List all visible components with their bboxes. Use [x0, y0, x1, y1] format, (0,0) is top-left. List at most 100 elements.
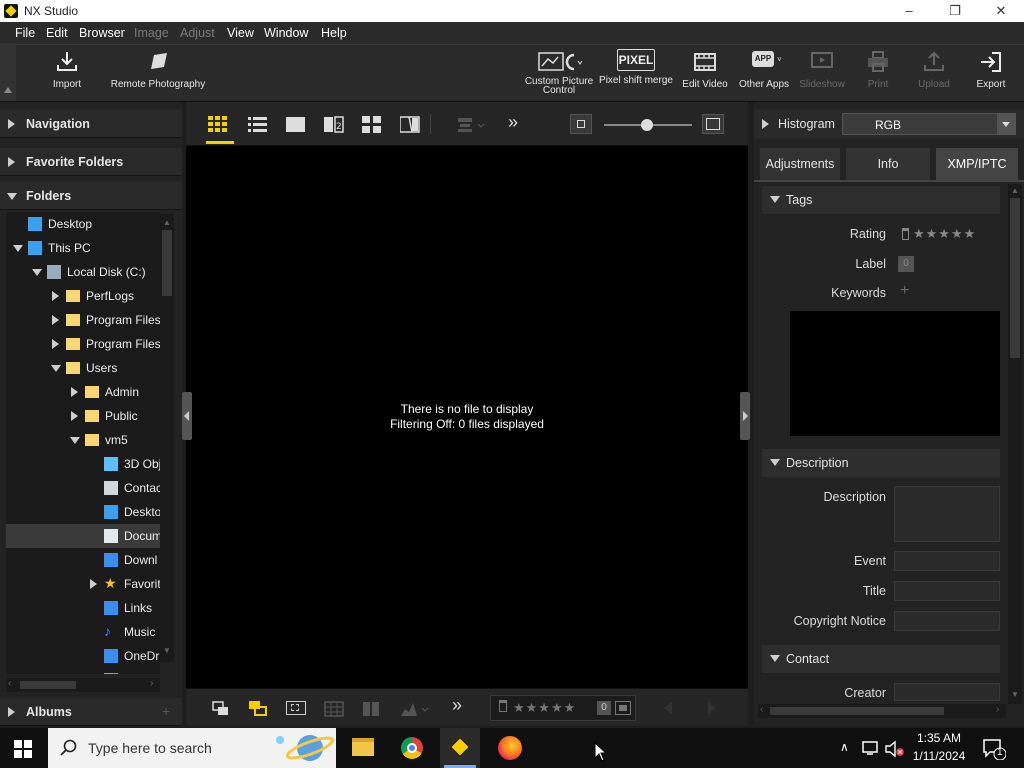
volume-muted-icon[interactable] — [884, 740, 906, 758]
folder-tree-item[interactable]: Deskto — [6, 500, 160, 524]
compare-view-icon[interactable]: 2 — [324, 116, 344, 137]
grid-view-icon[interactable] — [208, 116, 228, 134]
scroll-up-icon[interactable]: ▲ — [1011, 186, 1019, 195]
scrollbar-thumb[interactable] — [20, 681, 76, 689]
export-button[interactable]: Export — [972, 49, 1010, 90]
menu-file[interactable]: File — [15, 26, 35, 40]
print-button[interactable]: Print — [860, 49, 896, 90]
menu-view[interactable]: View — [227, 26, 254, 40]
slideshow-button[interactable]: Slideshow — [798, 49, 846, 90]
maximize-button[interactable]: ❐ — [932, 0, 978, 22]
tags-section-header[interactable]: Tags — [762, 186, 1000, 214]
trash-icon[interactable] — [499, 700, 507, 712]
label-filter-badge[interactable]: 0 — [597, 701, 611, 715]
large-thumbnail-icon[interactable] — [702, 114, 724, 134]
scroll-right-icon[interactable]: › — [150, 678, 153, 689]
next-icon[interactable] — [708, 702, 716, 714]
navigation-section-header[interactable]: Navigation — [0, 110, 182, 138]
keywords-list[interactable] — [790, 311, 1000, 436]
folder-tree-item[interactable]: Pict — [6, 668, 160, 674]
scroll-down-icon[interactable]: ▼ — [163, 646, 171, 655]
compare-icon[interactable] — [362, 701, 380, 720]
edit-video-button[interactable]: Edit Video — [680, 49, 730, 90]
histogram-icon[interactable] — [400, 701, 430, 720]
scroll-right-icon[interactable]: › — [996, 704, 999, 715]
more-icon[interactable]: » — [508, 112, 518, 133]
network-icon[interactable] — [862, 740, 880, 756]
protect-filter-icon[interactable] — [615, 701, 631, 715]
folder-tree-item[interactable]: Local Disk (C:) — [6, 260, 160, 284]
folder-tree-item[interactable]: This PC — [6, 236, 160, 260]
firefox-icon[interactable] — [498, 736, 522, 760]
menu-window[interactable]: Window — [264, 26, 308, 40]
folder-tree-item[interactable]: Program Files — [6, 308, 160, 332]
expand-icon[interactable] — [52, 291, 59, 301]
show-hidden-icons-chevron-icon[interactable]: ∧ — [840, 740, 849, 754]
folder-tree-item[interactable]: Admin — [6, 380, 160, 404]
description-field[interactable] — [894, 486, 1000, 542]
single-view-icon[interactable] — [286, 117, 305, 132]
creator-field[interactable] — [894, 683, 1000, 701]
select-all-icon[interactable] — [248, 700, 268, 721]
four-up-view-icon[interactable] — [362, 116, 382, 137]
list-view-icon[interactable] — [248, 116, 268, 137]
folder-tree-item[interactable]: OneDr — [6, 644, 160, 668]
add-album-icon[interactable]: + — [162, 703, 170, 719]
collapse-icon[interactable] — [13, 245, 23, 252]
expand-icon[interactable] — [90, 579, 97, 589]
split-view-icon[interactable] — [399, 116, 420, 137]
folder-tree-item[interactable]: Docum — [6, 524, 160, 548]
scrollbar-thumb[interactable] — [1010, 198, 1020, 358]
folder-tree-item[interactable]: Program Files — [6, 332, 160, 356]
properties-horizontal-scrollbar[interactable]: ‹ › — [758, 704, 1006, 718]
folder-tree-item[interactable]: ♪ Music — [6, 620, 160, 644]
scroll-left-icon[interactable]: ‹ — [760, 704, 763, 715]
expand-icon[interactable] — [71, 411, 78, 421]
scroll-down-icon[interactable]: ▼ — [1011, 690, 1019, 699]
tab-xmp-iptc[interactable]: XMP/IPTC — [936, 148, 1018, 180]
tab-adjustments[interactable]: Adjustments — [760, 148, 840, 180]
copyright-notice-field[interactable] — [894, 611, 1000, 631]
sort-icon[interactable] — [458, 116, 488, 137]
albums-section-header[interactable]: Albums + — [0, 698, 182, 726]
chrome-icon[interactable] — [401, 737, 423, 759]
folder-tree-item[interactable]: ★ Favorit — [6, 572, 160, 596]
rating-stars[interactable]: ★★★★★ — [913, 226, 976, 242]
grid-overlay-icon[interactable] — [324, 701, 344, 720]
other-apps-button[interactable]: APP ˅ Other Apps — [736, 49, 792, 90]
stack-icon[interactable] — [212, 701, 230, 720]
pixel-shift-merge-button[interactable]: PIXEL Pixel shift merge — [598, 49, 674, 86]
add-keyword-icon[interactable]: + — [900, 282, 909, 300]
folder-tree-item[interactable]: Downl — [6, 548, 160, 572]
title-field[interactable] — [894, 581, 1000, 601]
custom-picture-control-button[interactable]: Custom Picture Control — [524, 49, 594, 96]
full-screen-icon[interactable] — [286, 701, 306, 715]
file-explorer-icon[interactable] — [352, 738, 374, 756]
close-button[interactable]: ✕ — [978, 0, 1024, 22]
contact-section-header[interactable]: Contact — [762, 645, 1000, 673]
description-section-header[interactable]: Description — [762, 449, 1000, 477]
upload-button[interactable]: Upload — [914, 49, 954, 90]
scroll-up-icon[interactable]: ▲ — [163, 218, 171, 227]
menu-adjust[interactable]: Adjust — [180, 26, 215, 40]
menu-edit[interactable]: Edit — [46, 26, 68, 40]
folder-tree-item[interactable]: Desktop — [6, 212, 160, 236]
label-badge[interactable]: 0 — [898, 256, 914, 272]
previous-icon[interactable] — [664, 702, 672, 714]
event-field[interactable] — [894, 551, 1000, 571]
left-panel-toggle[interactable] — [182, 392, 192, 440]
windows-start-icon[interactable] — [14, 740, 32, 761]
folder-tree-item[interactable]: Public — [6, 404, 160, 428]
folder-tree-item[interactable]: Contac — [6, 476, 160, 500]
properties-vertical-scrollbar[interactable]: ▲ ▼ — [1008, 184, 1022, 704]
small-thumbnail-icon[interactable] — [570, 114, 592, 134]
collapse-icon[interactable] — [51, 365, 61, 372]
rating-stars[interactable]: ★★★★★ — [513, 700, 576, 716]
import-button[interactable]: Import — [42, 49, 92, 90]
menu-browser[interactable]: Browser — [79, 26, 125, 40]
right-panel-toggle[interactable] — [740, 392, 750, 440]
expand-icon[interactable] — [71, 387, 78, 397]
minimize-button[interactable]: – — [886, 0, 932, 22]
nx-studio-taskbar-button[interactable] — [440, 728, 480, 768]
clock-date[interactable]: 1/11/2024 — [908, 749, 970, 763]
